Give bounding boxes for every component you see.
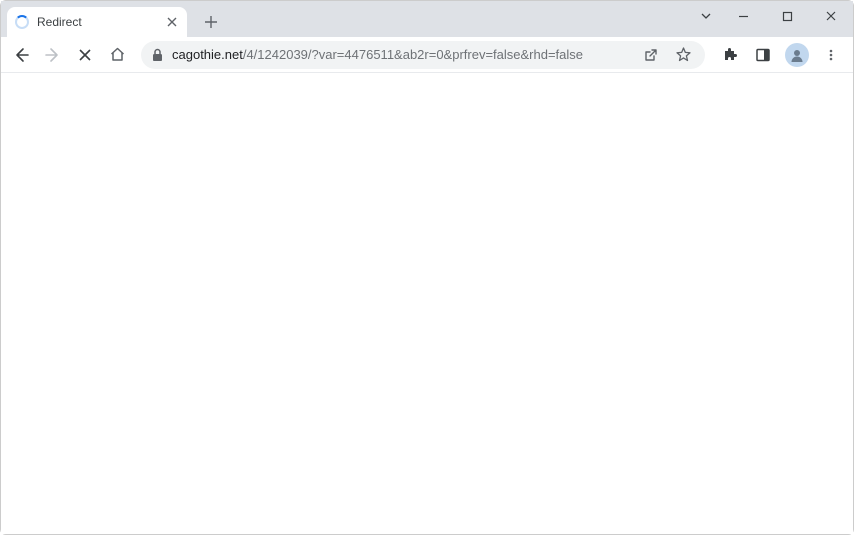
url-domain: cagothie.net xyxy=(172,47,243,62)
arrow-left-icon xyxy=(12,46,30,64)
person-icon xyxy=(789,47,805,63)
tab-close-button[interactable] xyxy=(165,15,179,29)
tab-title: Redirect xyxy=(37,15,157,29)
panel-icon xyxy=(755,47,771,63)
arrow-right-icon xyxy=(44,46,62,64)
titlebar: Redirect xyxy=(1,1,853,37)
bookmark-button[interactable] xyxy=(671,43,695,67)
extensions-button[interactable] xyxy=(715,41,743,69)
close-icon xyxy=(167,17,177,27)
loading-spinner-icon xyxy=(15,15,29,29)
side-panel-button[interactable] xyxy=(749,41,777,69)
browser-tab[interactable]: Redirect xyxy=(7,7,187,37)
share-icon xyxy=(643,47,659,63)
toolbar-right xyxy=(715,41,847,69)
home-icon xyxy=(109,46,126,63)
url-text: cagothie.net/4/1242039/?var=4476511&ab2r… xyxy=(172,47,631,62)
page-content xyxy=(1,73,853,534)
avatar xyxy=(785,43,809,67)
close-icon xyxy=(78,48,92,62)
maximize-icon xyxy=(782,11,793,22)
url-path: /4/1242039/?var=4476511&ab2r=0&prfrev=fa… xyxy=(243,47,583,62)
window-controls xyxy=(691,1,853,31)
chevron-down-icon xyxy=(700,10,712,22)
stop-button[interactable] xyxy=(71,41,99,69)
lock-icon[interactable] xyxy=(151,48,164,62)
new-tab-button[interactable] xyxy=(197,8,225,36)
tab-search-button[interactable] xyxy=(691,1,721,31)
toolbar: cagothie.net/4/1242039/?var=4476511&ab2r… xyxy=(1,37,853,73)
forward-button[interactable] xyxy=(39,41,67,69)
share-button[interactable] xyxy=(639,43,663,67)
minimize-icon xyxy=(738,11,749,22)
plus-icon xyxy=(204,15,218,29)
close-icon xyxy=(825,10,837,22)
minimize-button[interactable] xyxy=(721,1,765,31)
star-icon xyxy=(675,46,692,63)
maximize-button[interactable] xyxy=(765,1,809,31)
home-button[interactable] xyxy=(103,41,131,69)
menu-button[interactable] xyxy=(817,41,845,69)
profile-button[interactable] xyxy=(783,41,811,69)
kebab-icon xyxy=(824,48,838,62)
puzzle-icon xyxy=(721,46,738,63)
address-bar[interactable]: cagothie.net/4/1242039/?var=4476511&ab2r… xyxy=(141,41,705,69)
back-button[interactable] xyxy=(7,41,35,69)
window-close-button[interactable] xyxy=(809,1,853,31)
